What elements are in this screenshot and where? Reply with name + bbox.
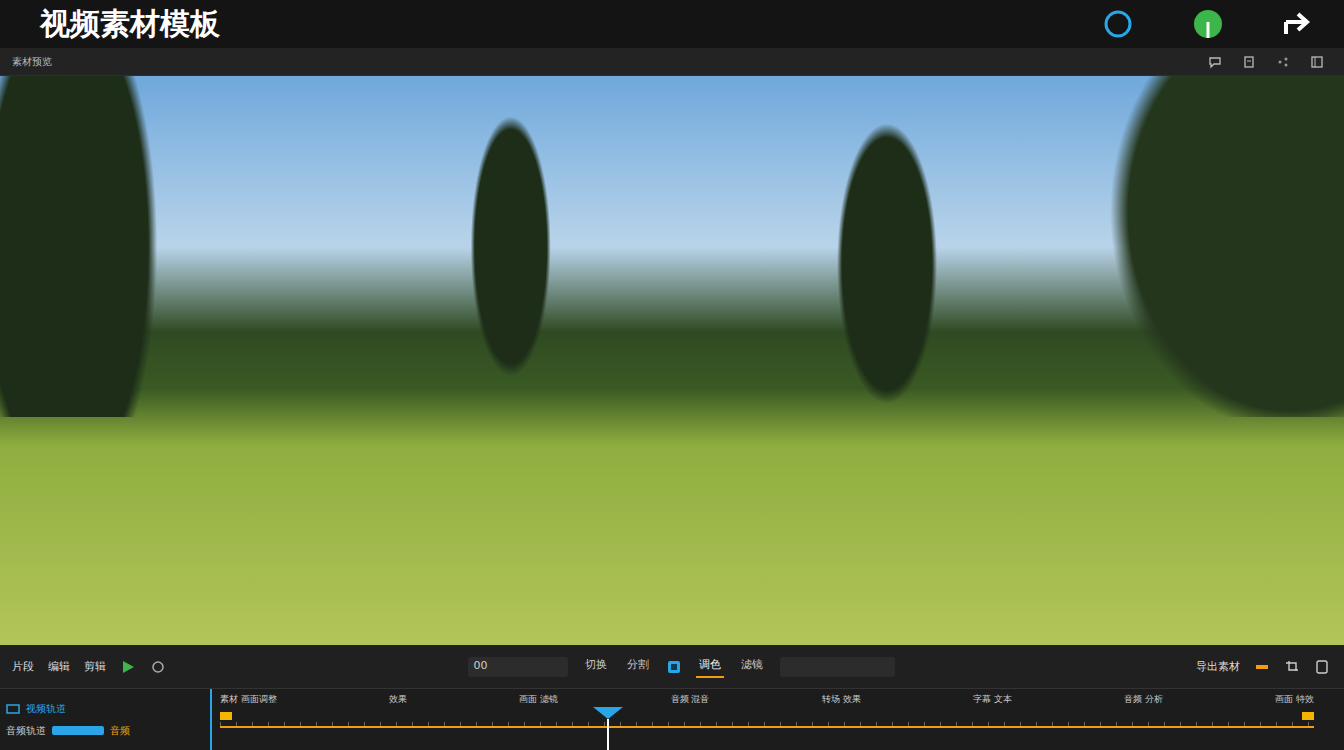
track-header[interactable]: 视频轨道 [6,700,204,718]
tool-tab[interactable]: 滤镜 [738,655,766,678]
tree-line [0,76,1344,417]
ruler-label: 字幕 文本 [973,693,1012,706]
out-marker[interactable] [1302,712,1314,720]
control-button[interactable]: 片段 [12,659,34,674]
share-icon[interactable] [1276,55,1290,69]
control-bar: 片段编辑剪辑 00 切换分割 调色滤镜 导出素材 [0,645,1344,688]
clip-label: 音频 [110,724,130,738]
in-marker[interactable] [220,712,232,720]
power-icon[interactable] [1192,8,1224,40]
ruler-label: 效果 [389,693,407,706]
video-track-icon [6,702,20,716]
ruler-label: 画面 特效 [1275,693,1314,706]
playhead[interactable] [593,707,623,750]
loop-icon[interactable] [150,659,166,675]
tool-tab[interactable]: 分割 [624,655,652,678]
preview-label: 素材预览 [12,55,52,69]
ruler-label: 音频 混音 [671,693,710,706]
marker-icon[interactable] [1254,659,1270,675]
preview-bar: 素材预览 [0,48,1344,76]
search-field[interactable] [780,657,895,677]
ruler-label: 转场 效果 [822,693,861,706]
export-button[interactable]: 导出素材 [1196,659,1240,674]
play-icon[interactable] [120,659,136,675]
control-button[interactable]: 剪辑 [84,659,106,674]
ruler[interactable]: 素材 画面调整 效果 画面 滤镜 音频 混音 转场 效果 字幕 文本 音频 分析 画面 特效 [212,689,1344,750]
tick-track [220,710,1314,728]
device-icon[interactable] [1314,659,1330,675]
time-field[interactable]: 00 [468,657,568,677]
ruler-label: 素材 画面调整 [220,693,277,706]
ruler-label: 音频 分析 [1124,693,1163,706]
audio-clip[interactable] [52,726,104,735]
crop-icon[interactable] [1284,659,1300,675]
effect-icon[interactable] [666,659,682,675]
circle-icon[interactable] [1102,8,1134,40]
tool-tab[interactable]: 调色 [696,655,724,678]
document-icon[interactable] [1242,55,1256,69]
window-title: 视频素材模板 [40,4,220,45]
export-arrow-icon[interactable] [1282,8,1314,40]
tool-tab[interactable]: 切换 [582,655,610,678]
comment-icon[interactable] [1208,55,1222,69]
track-panel: 视频轨道音频轨道音频 [0,689,212,750]
track-header[interactable]: 音频轨道音频 [6,722,204,740]
timeline-line [220,726,1314,728]
video-editor: 视频素材模板素材预览片段编辑剪辑 00 切换分割 调色滤镜 导出素材视频轨道音频轨道音频… [0,0,1344,750]
video-frame [0,76,1344,645]
top-bar: 视频素材模板 [0,0,1344,48]
panel-icon[interactable] [1310,55,1324,69]
control-button[interactable]: 编辑 [48,659,70,674]
timeline: 视频轨道音频轨道音频素材 画面调整效果画面 滤镜音频 混音转场 效果字幕 文本音… [0,688,1344,750]
ruler-label: 画面 滤镜 [519,693,558,706]
